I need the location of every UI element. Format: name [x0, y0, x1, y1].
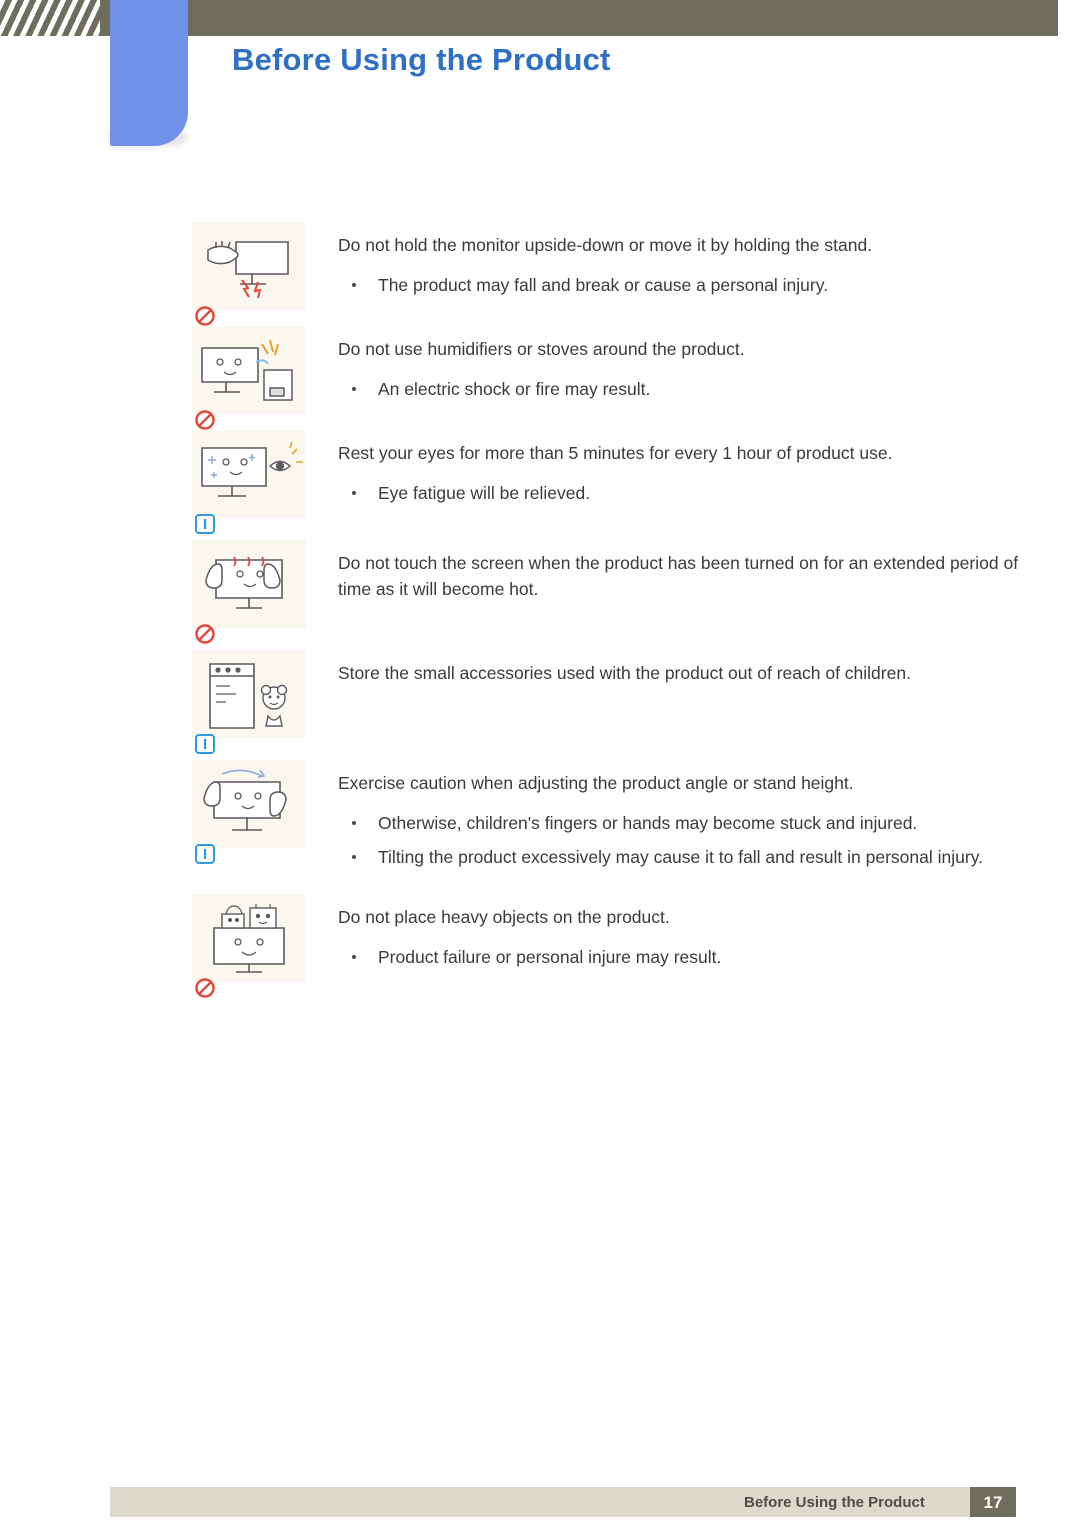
- bullet-dot: [352, 855, 356, 859]
- instruction-bullet: Tilting the product excessively may caus…: [338, 844, 1038, 870]
- instruction-bullet: Otherwise, children's fingers or hands m…: [338, 810, 1038, 836]
- safety-item: Do not place heavy objects on the produc…: [0, 894, 1080, 998]
- instruction-bullet: An electric shock or fire may result.: [338, 376, 1038, 402]
- safety-item: Exercise caution when adjusting the prod…: [0, 760, 1080, 878]
- instruction-text: Rest your eyes for more than 5 minutes f…: [338, 443, 893, 463]
- page-title: Before Using the Product: [232, 42, 611, 77]
- blue-chapter-tab: [110, 0, 188, 146]
- instruction-text: Do not place heavy objects on the produc…: [338, 907, 670, 927]
- safety-item: Do not touch the screen when the product…: [0, 540, 1080, 644]
- text-cell: Rest your eyes for more than 5 minutes f…: [338, 430, 1038, 514]
- icon-cell: [192, 222, 306, 326]
- text-cell: Exercise caution when adjusting the prod…: [338, 760, 1038, 878]
- monitor-upside-down-icon: [192, 222, 306, 310]
- instruction-bullet-text: An electric shock or fire may result.: [378, 379, 651, 399]
- instruction-bullet-text: Product failure or personal injure may r…: [378, 947, 722, 967]
- prohibition-badge: [195, 624, 215, 644]
- footer-page-number: 17: [983, 1493, 1003, 1512]
- text-cell: Do not hold the monitor upside-down or m…: [338, 222, 1038, 306]
- bullet-dot: [352, 491, 356, 495]
- rest-eyes-icon: [192, 430, 306, 518]
- icon-cell: [192, 326, 306, 430]
- bullet-dot: [352, 387, 356, 391]
- footer-chapter-label: Before Using the Product: [744, 1494, 925, 1511]
- icon-cell: [192, 894, 306, 998]
- instruction-text: Store the small accessories used with th…: [338, 663, 911, 683]
- instruction-bullet-text: Eye fatigue will be relieved.: [378, 483, 591, 503]
- icon-cell: [192, 430, 306, 534]
- icon-cell: [192, 650, 306, 754]
- text-cell: Do not use humidifiers or stoves around …: [338, 326, 1038, 410]
- instruction-bullet-text: Tilting the product excessively may caus…: [378, 847, 984, 867]
- prohibition-badge: [195, 410, 215, 430]
- safety-item: Do not hold the monitor upside-down or m…: [0, 222, 1080, 326]
- bullet-dot: [352, 821, 356, 825]
- info-badge: [195, 514, 215, 534]
- heavy-objects-icon: [192, 894, 306, 982]
- bullet-dot: [352, 283, 356, 287]
- instruction-text: Do not hold the monitor upside-down or m…: [338, 235, 873, 255]
- instruction-text: Do not touch the screen when the product…: [338, 553, 1019, 599]
- adjust-angle-icon: [192, 760, 306, 848]
- instruction-bullet: The product may fall and break or cause …: [338, 272, 1038, 298]
- safety-item: Store the small accessories used with th…: [0, 650, 1080, 754]
- safety-item: Rest your eyes for more than 5 minutes f…: [0, 430, 1080, 534]
- hot-screen-touch-icon: [192, 540, 306, 628]
- instruction-bullet-text: Otherwise, children's fingers or hands m…: [378, 813, 918, 833]
- header-right-edge: [1058, 0, 1080, 36]
- safety-instruction-list: Do not hold the monitor upside-down or m…: [0, 222, 1080, 998]
- bullet-dot: [352, 955, 356, 959]
- safety-item: Do not use humidifiers or stoves around …: [0, 326, 1080, 430]
- prohibition-badge: [195, 306, 215, 326]
- humidifier-stove-icon: [192, 326, 306, 414]
- text-cell: Do not touch the screen when the product…: [338, 540, 1038, 616]
- small-accessories-child-icon: [192, 650, 306, 738]
- header-hatch-decoration: [0, 0, 100, 36]
- instruction-bullet: Eye fatigue will be relieved.: [338, 480, 1038, 506]
- icon-cell: [192, 760, 306, 864]
- info-badge: [195, 844, 215, 864]
- info-badge: [195, 734, 215, 754]
- instruction-bullet: Product failure or personal injure may r…: [338, 944, 1038, 970]
- text-cell: Store the small accessories used with th…: [338, 650, 1038, 700]
- prohibition-badge: [195, 978, 215, 998]
- instruction-text: Exercise caution when adjusting the prod…: [338, 773, 854, 793]
- instruction-bullet-text: The product may fall and break or cause …: [378, 275, 829, 295]
- instruction-text: Do not use humidifiers or stoves around …: [338, 339, 745, 359]
- icon-cell: [192, 540, 306, 644]
- text-cell: Do not place heavy objects on the produc…: [338, 894, 1038, 978]
